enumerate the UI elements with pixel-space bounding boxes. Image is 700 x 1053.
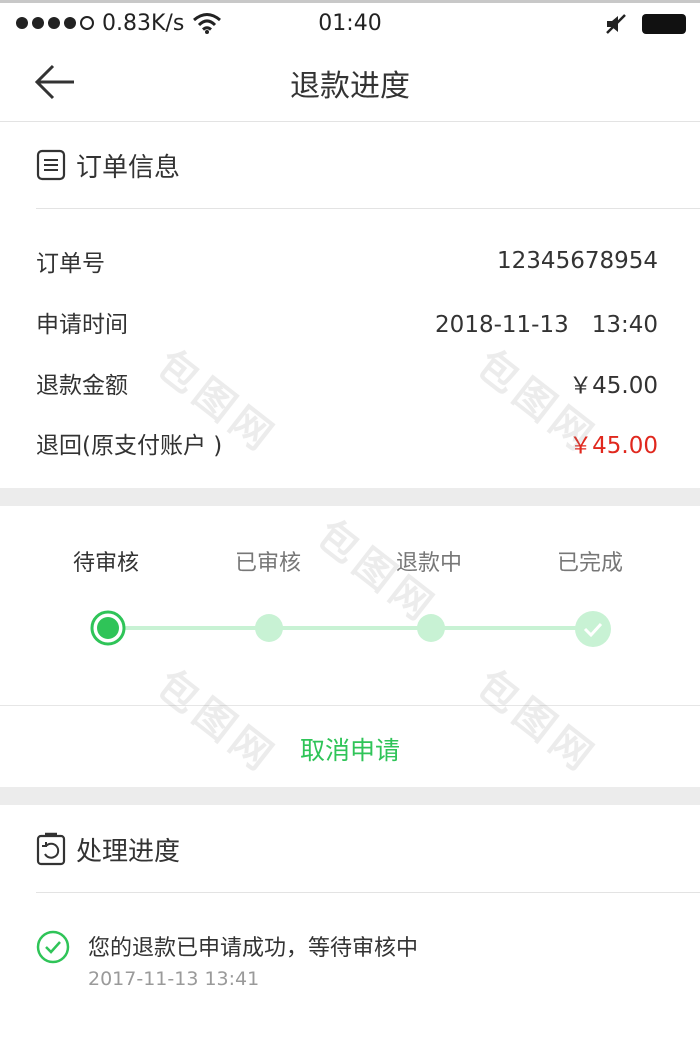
nav-bar: 退款进度 xyxy=(0,43,700,122)
progress-entry-text: 您的退款已申请成功，等待审核中 xyxy=(88,936,419,961)
divider xyxy=(0,705,700,706)
order-number-value: 12345678954 xyxy=(497,248,658,274)
document-icon xyxy=(36,149,66,181)
row-label: 退回(原支付账户 ) xyxy=(36,433,223,459)
step-node-active xyxy=(90,610,126,646)
status-time: 01:40 xyxy=(318,11,382,36)
refresh-document-icon xyxy=(36,832,66,866)
refund-destination-row: 退回(原支付账户 ) ￥45.00 xyxy=(36,423,658,463)
progress-title: 处理进度 xyxy=(76,836,181,867)
status-bar: 0.83K/s 01:40 xyxy=(0,3,700,43)
refund-destination-value: ￥45.00 xyxy=(569,433,658,459)
refund-amount-value: ￥45.00 xyxy=(569,373,658,399)
step-label-completed: 已完成 xyxy=(556,551,623,576)
apply-time-row: 申请时间 2018-11-13 13:40 xyxy=(36,302,658,342)
step-node-check-icon xyxy=(575,611,611,647)
order-info-header: 订单信息 xyxy=(36,122,700,209)
row-label: 订单号 xyxy=(36,251,105,277)
cancel-request-button[interactable]: 取消申请 xyxy=(0,712,700,786)
battery-icon xyxy=(642,14,686,34)
refund-amount-row: 退款金额 ￥45.00 xyxy=(36,363,658,403)
order-number-row: 订单号 12345678954 xyxy=(36,241,658,281)
section-gap xyxy=(0,488,700,506)
progress-header: 处理进度 xyxy=(36,806,700,893)
step-node xyxy=(417,614,445,642)
step-label-refunding: 退款中 xyxy=(395,551,462,576)
step-label-reviewed: 已审核 xyxy=(234,551,301,576)
mute-icon xyxy=(606,14,626,34)
success-check-icon xyxy=(36,930,70,964)
section-gap xyxy=(0,787,700,805)
row-label: 退款金额 xyxy=(36,373,128,399)
step-label-pending: 待审核 xyxy=(72,551,139,576)
page-title: 退款进度 xyxy=(290,69,410,104)
row-label: 申请时间 xyxy=(36,312,128,338)
progress-track xyxy=(108,626,594,630)
progress-entry-time: 2017-11-13 13:41 xyxy=(88,968,260,990)
step-node xyxy=(255,614,283,642)
apply-time-value: 2018-11-13 13:40 xyxy=(435,312,658,338)
order-info-title: 订单信息 xyxy=(76,152,181,183)
